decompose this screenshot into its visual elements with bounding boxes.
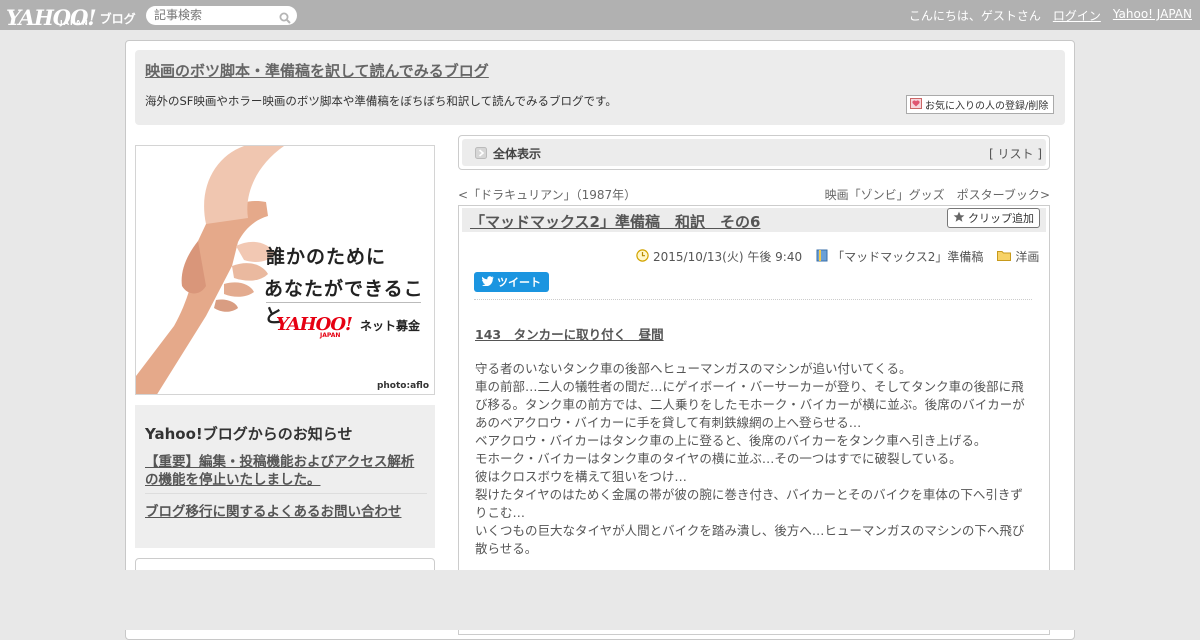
next-article-nav: 映画「ゾンビ」グッズ ポスターブック>	[825, 186, 1050, 203]
next-article-link[interactable]: 映画「ゾンビ」グッズ ポスターブック	[825, 188, 1040, 202]
top-bar: YAHOO! JAPAN ブログ こんにちは、ゲストさん ログイン Yahoo!…	[0, 0, 1200, 30]
list-link[interactable]: リスト	[997, 147, 1033, 161]
article-paragraph: 裂けたタイヤのはためく金属の帯が彼の腕に巻き付き、バイカーとそのバイクを車体の下…	[475, 487, 1023, 520]
helping-hands-image	[136, 146, 284, 394]
article-divider	[474, 299, 1032, 300]
ad-logo-text: YAHOO!	[276, 314, 353, 335]
article-title[interactable]: 「マッドマックス2」準備稿 和訳 その6	[470, 211, 760, 232]
article-body: 守る者のいないタンク車の後部へヒューマンガスのマシンが追い付いてくる。 車の前部…	[475, 360, 1035, 558]
article-paragraph: モホーク・バイカーはタンク車のタイヤの横に並ぶ…その一つはすでに破裂している。	[475, 451, 962, 466]
login-link[interactable]: ログイン	[1053, 7, 1101, 24]
article-section-heading: 143 タンカーに取り付く 昼間	[475, 327, 664, 342]
notice-divider	[145, 493, 427, 494]
ad-headline-1: 誰かのために	[266, 246, 387, 268]
search-box[interactable]	[146, 6, 297, 25]
tweet-label: ツイート	[497, 276, 541, 289]
article-paragraph: 彼はクロスボウを構えて狙いをつけ…	[475, 469, 687, 484]
prev-article-nav: <「ドラキュリアン」（1987年）	[458, 186, 636, 203]
clip-add-button[interactable]: クリップ追加	[947, 208, 1040, 228]
yahoo-japan-link[interactable]: Yahoo! JAPAN	[1113, 7, 1192, 24]
favorite-register-label: お気に入りの人の登録/削除	[925, 101, 1049, 112]
logo-blog-text: ブログ	[99, 12, 136, 26]
blog-description: 海外のSF映画やホラー映画のボツ脚本や準備稿をぼちぼち和訳して読んでみるブログで…	[145, 94, 617, 108]
meta-category: 「マッドマックス2」準備稿	[816, 248, 983, 265]
ad-logo-subtext: JAPAN	[320, 332, 341, 339]
article-date-link[interactable]: 2015/10/13(火) 午後 9:40	[653, 248, 802, 265]
list-bracket-close: ]	[1033, 147, 1042, 161]
user-nav: こんにちは、ゲストさん ログイン Yahoo! JAPAN	[909, 7, 1192, 24]
page-bottom-band	[0, 570, 1200, 630]
clock-icon	[636, 248, 649, 265]
tweet-button[interactable]: ツイート	[474, 272, 549, 292]
search-icon[interactable]	[279, 9, 291, 28]
list-view-toggle: [ リスト ]	[989, 145, 1042, 162]
article-paragraph: いくつもの巨大なタイヤが人間とバイクを踏み潰し、後方へ…ヒューマンガスのマシンの…	[475, 523, 1025, 556]
prev-mark: <	[458, 188, 469, 202]
meta-folder: 洋画	[997, 248, 1039, 265]
blog-notice-box: Yahoo!ブログからのお知らせ 【重要】編集・投稿機能およびアクセス解析の機能…	[135, 405, 435, 548]
clip-add-label: クリップ追加	[968, 212, 1034, 225]
greeting-text: こんにちは、ゲストさん	[908, 9, 1041, 23]
twitter-bird-icon	[482, 275, 494, 289]
article-paragraph: 車の前部…二人の犠牲者の間だ…にゲイボーイ・バーサーカーが登り、そしてタンク車の…	[475, 379, 1025, 430]
arrow-right-icon	[475, 147, 487, 159]
ad-yahoo-logo: YAHOO! JAPAN ネット募金	[276, 314, 420, 339]
article-category-link[interactable]: 「マッドマックス2」準備稿	[832, 248, 983, 265]
view-all-label: 全体表示	[493, 147, 542, 161]
next-mark: >	[1039, 188, 1050, 202]
favorite-register-button[interactable]: お気に入りの人の登録/削除	[906, 95, 1054, 114]
meta-date: 2015/10/13(火) 午後 9:40	[636, 248, 802, 265]
article-folder-link[interactable]: 洋画	[1015, 248, 1039, 265]
logo-subtext: JAPAN	[60, 19, 89, 27]
notice-heading: Yahoo!ブログからのお知らせ	[145, 425, 353, 443]
prev-article-link[interactable]: 「ドラキュリアン」（1987年）	[468, 188, 636, 202]
article-paragraph: ベアクロウ・バイカーはタンク車の上に登ると、後席のバイカーをタンク車へ引き上げる…	[475, 433, 987, 448]
search-input[interactable]	[154, 7, 274, 23]
ad-service-name: ネット募金	[359, 319, 420, 333]
blog-title[interactable]: 映画のボツ脚本・準備稿を訳して読んでみるブログ	[145, 60, 489, 81]
star-icon	[953, 211, 965, 226]
article-meta: 2015/10/13(火) 午後 9:40 「マッドマックス2」準備稿 洋画	[636, 248, 1039, 265]
donation-ad-banner[interactable]: 誰かのために あなたができること YAHOO! JAPAN ネット募金 phot…	[135, 145, 435, 395]
ad-divider	[266, 302, 421, 303]
ad-photo-credit: photo:aflo	[376, 381, 429, 391]
view-bar-panel	[462, 139, 1046, 166]
article-paragraph: 守る者のいないタンク車の後部へヒューマンガスのマシンが追い付いてくる。	[475, 361, 912, 376]
heart-icon	[910, 97, 922, 112]
notice-link-faq[interactable]: ブログ移行に関するよくあるお問い合わせ	[145, 500, 402, 520]
notice-link-important[interactable]: 【重要】編集・投稿機能およびアクセス解析の機能を停止いたしました。	[145, 453, 427, 489]
yahoo-blog-logo[interactable]: YAHOO! JAPAN ブログ	[6, 2, 136, 28]
book-icon	[816, 249, 828, 265]
folder-icon	[997, 250, 1012, 264]
